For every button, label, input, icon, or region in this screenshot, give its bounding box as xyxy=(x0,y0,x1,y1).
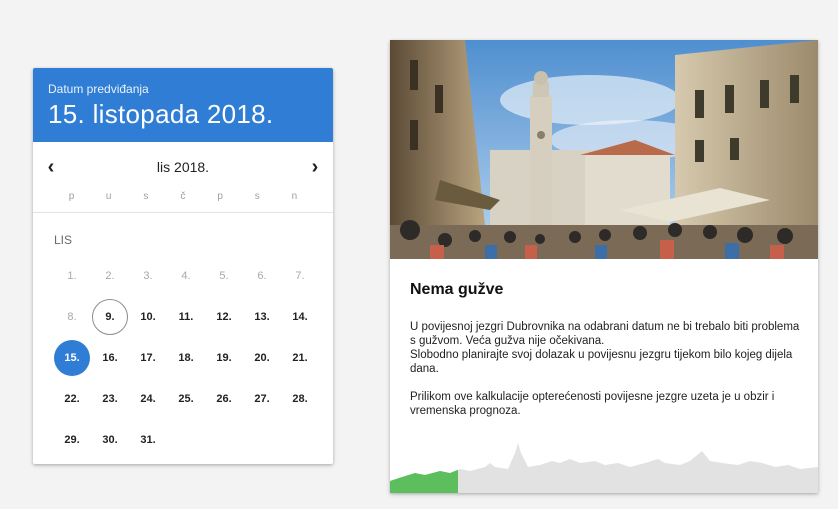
calendar-week-row: 29. 30. 31. xyxy=(53,419,319,460)
date-picker: Datum predviđanja 15. listopada 2018. ‹ … xyxy=(33,68,333,464)
calendar-day-label: 6. xyxy=(257,269,267,282)
crowd-level-fill xyxy=(390,443,458,493)
calendar-day[interactable]: 27. xyxy=(243,378,281,419)
month-navigation: ‹ lis 2018. › xyxy=(33,142,333,190)
calendar-day[interactable]: 19. xyxy=(205,337,243,378)
calendar-day[interactable]: 23. xyxy=(91,378,129,419)
selected-date-display: 15. listopada 2018. xyxy=(48,99,274,129)
calendar-day[interactable]: 13. xyxy=(243,296,281,337)
calendar-day: 5. xyxy=(205,255,243,296)
calendar-day[interactable]: 16. xyxy=(91,337,129,378)
weekday-label: n xyxy=(291,191,298,202)
weekday-label: č xyxy=(180,191,186,202)
weekday-label: p xyxy=(217,191,223,202)
calendar-day: 8. xyxy=(53,296,91,337)
calendar-day[interactable]: 21. xyxy=(281,337,319,378)
calendar-day-label: 26. xyxy=(216,392,232,405)
crowd-status-description: U povijesnoj jezgri Dubrovnika na odabra… xyxy=(410,320,802,432)
calendar-day-selected[interactable]: 15. xyxy=(53,337,91,378)
current-month-label: lis 2018. xyxy=(156,159,210,175)
calendar-day-label: 15. xyxy=(54,339,90,376)
calendar-day[interactable]: 18. xyxy=(167,337,205,378)
calendar-day-label: 1. xyxy=(67,269,77,282)
calendar-week-row: 22. 23. 24. 25. 26. 27. 28. xyxy=(53,378,319,419)
calendar-day-label: 28. xyxy=(292,392,308,405)
calendar-empty-cell xyxy=(205,419,243,460)
calendar-day-label: 25. xyxy=(178,392,194,405)
weekday-label: s xyxy=(143,191,149,202)
calendar-day-label: 30. xyxy=(102,433,118,446)
calendar-day-label: 29. xyxy=(64,433,80,446)
calendar-empty-cell xyxy=(281,419,319,460)
day-grid: 1. 2. 3. 4. 5. 6. 7. 8. 9. 10. 11. 12. 13. 14. 15. 16. 1… xyxy=(53,255,319,460)
calendar-day[interactable]: 10. xyxy=(129,296,167,337)
calendar-day-label: 5. xyxy=(219,269,229,282)
calendar-day[interactable]: 28. xyxy=(281,378,319,419)
calendar-day-label: 9. xyxy=(92,298,128,335)
calendar-day[interactable]: 31. xyxy=(129,419,167,460)
calendar-day-today[interactable]: 9. xyxy=(91,296,129,337)
calendar-day-label: 13. xyxy=(254,310,270,323)
calendar-day-label: 16. xyxy=(102,351,118,364)
calendar-day[interactable]: 24. xyxy=(129,378,167,419)
calendar-day-label: 4. xyxy=(181,269,191,282)
calendar-week-row: 15. 16. 17. 18. 19. 20. 21. xyxy=(53,337,319,378)
weather-note: Prilikom ove kalkulacije opterećenosti p… xyxy=(410,391,775,417)
calendar-day-label: 14. xyxy=(292,310,308,323)
calendar-day[interactable]: 26. xyxy=(205,378,243,419)
crowd-level-skyline xyxy=(390,443,818,493)
calendar-day-label: 23. xyxy=(102,392,118,405)
crowd-status-title: Nema gužve xyxy=(410,281,504,298)
calendar-day[interactable]: 17. xyxy=(129,337,167,378)
calendar-day-label: 2. xyxy=(105,269,115,282)
calendar-day: 6. xyxy=(243,255,281,296)
calendar-day[interactable]: 30. xyxy=(91,419,129,460)
calendar-day-label: 12. xyxy=(216,310,232,323)
calendar-week-row: 1. 2. 3. 4. 5. 6. 7. xyxy=(53,255,319,296)
calendar-day[interactable]: 22. xyxy=(53,378,91,419)
calendar-day[interactable]: 12. xyxy=(205,296,243,337)
forecast-date-label: Datum predviđanja xyxy=(48,82,149,96)
dubrovnik-stradun-photo xyxy=(390,40,818,259)
description-text: Slobodno planirajte svoj dolazak u povij… xyxy=(410,349,793,375)
chevron-right-icon[interactable]: › xyxy=(305,157,325,177)
calendar-day-label: 17. xyxy=(140,351,156,364)
weekday-label: u xyxy=(105,191,112,202)
calendar-empty-cell xyxy=(167,419,205,460)
calendar-day: 4. xyxy=(167,255,205,296)
calendar-day-label: 18. xyxy=(178,351,194,364)
crowd-forecast-card: Nema gužve U povijesnoj jezgri Dubrovnik… xyxy=(390,40,818,493)
description-text: U povijesnoj jezgri Dubrovnika na odabra… xyxy=(410,321,800,347)
calendar-week-row: 8. 9. 10. 11. 12. 13. 14. xyxy=(53,296,319,337)
calendar-day-label: 24. xyxy=(140,392,156,405)
calendar-day: 7. xyxy=(281,255,319,296)
month-short-label: LIS xyxy=(54,233,73,247)
calendar-day-label: 19. xyxy=(216,351,232,364)
calendar-day-label: 7. xyxy=(295,269,305,282)
weekday-label: s xyxy=(254,191,260,202)
weekday-label: p xyxy=(68,191,75,202)
calendar-day-label: 10. xyxy=(140,310,156,323)
weekday-header: p u s č p s n xyxy=(33,190,333,212)
calendar-empty-cell xyxy=(243,419,281,460)
calendar-day: 1. xyxy=(53,255,91,296)
calendar-day[interactable]: 25. xyxy=(167,378,205,419)
calendar-day-label: 11. xyxy=(178,310,194,323)
calendar-day[interactable]: 11. xyxy=(167,296,205,337)
calendar-day[interactable]: 29. xyxy=(53,419,91,460)
date-picker-header: Datum predviđanja 15. listopada 2018. xyxy=(33,68,333,142)
calendar-day-label: 3. xyxy=(143,269,153,282)
calendar-day[interactable]: 14. xyxy=(281,296,319,337)
calendar-day-label: 20. xyxy=(254,351,270,364)
calendar-day-label: 22. xyxy=(64,392,80,405)
calendar-day-label: 8. xyxy=(67,310,77,323)
calendar-day[interactable]: 20. xyxy=(243,337,281,378)
calendar-day-label: 27. xyxy=(254,392,270,405)
calendar-day-label: 21. xyxy=(292,351,308,364)
calendar-day: 3. xyxy=(129,255,167,296)
calendar-day: 2. xyxy=(91,255,129,296)
calendar-day-label: 31. xyxy=(140,433,156,446)
